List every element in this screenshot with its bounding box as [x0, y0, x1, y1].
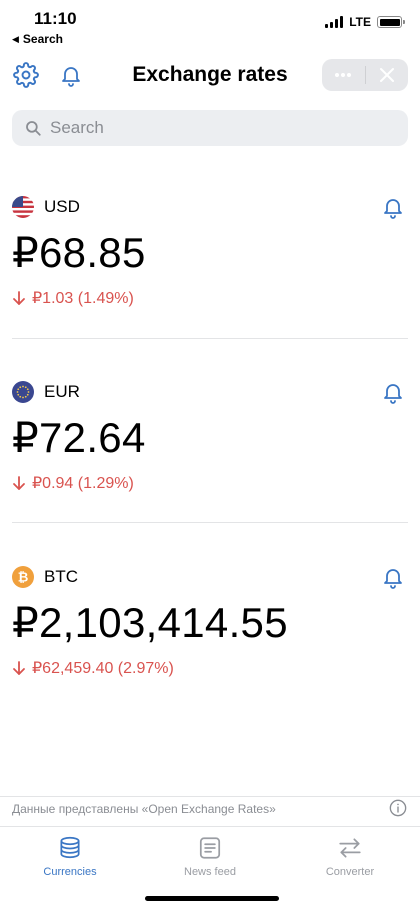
mini-app-capsule: [322, 59, 408, 91]
divider: [12, 522, 408, 523]
rate-value: ₽72.64: [12, 414, 146, 461]
signal-icon: [325, 16, 344, 28]
arrow-down-icon: [13, 476, 25, 490]
currency-code: BTC: [44, 567, 78, 586]
rate-change: ₽0.94 (1.29%): [12, 473, 134, 493]
more-button[interactable]: [322, 59, 365, 91]
divider: [12, 338, 408, 339]
status-time: 11:10: [34, 9, 77, 28]
status-bar: 11:10 ◀ Search LTE: [0, 0, 420, 50]
battery-icon: [377, 16, 405, 28]
coins-stack-icon: [60, 836, 80, 859]
rate-header: EUR: [12, 381, 80, 403]
rate-alert-button[interactable]: [380, 379, 406, 405]
status-indicators: LTE: [325, 15, 405, 29]
us-flag-icon: [12, 196, 34, 218]
rate-change: ₽62,459.40 (2.97%): [12, 658, 174, 678]
rate-change-text: ₽0.94 (1.29%): [32, 475, 134, 492]
bell-icon: [62, 67, 80, 87]
svg-text:₿: ₿: [18, 571, 29, 586]
bell-icon: [384, 569, 402, 589]
back-to-search-link[interactable]: ◀ Search: [12, 32, 63, 46]
bitcoin-icon: ₿: [12, 566, 34, 588]
newspaper-icon: [199, 837, 221, 859]
gear-icon: [13, 62, 39, 88]
tab-label: News feed: [184, 866, 236, 878]
rate-value: ₽68.85: [12, 229, 146, 276]
rate-header: ₿ BTC: [12, 566, 78, 588]
rate-alert-button[interactable]: [380, 194, 406, 220]
home-indicator[interactable]: [145, 896, 279, 901]
rate-change: ₽1.03 (1.49%): [12, 288, 134, 308]
tab-label: Converter: [325, 866, 375, 878]
rate-value: ₽2,103,414.55: [12, 599, 288, 646]
search-icon: [26, 121, 41, 136]
back-label: Search: [22, 32, 63, 46]
tab-converter[interactable]: Converter: [280, 827, 420, 890]
arrow-down-icon: [13, 291, 25, 305]
rate-change-text: ₽62,459.40 (2.97%): [32, 660, 174, 677]
close-button[interactable]: [366, 59, 409, 91]
rate-header: USD: [12, 196, 80, 218]
close-icon: [379, 68, 394, 82]
rate-card-eur[interactable]: EUR ₽72.64 ₽0.94 (1.29%): [12, 363, 408, 513]
rate-change-text: ₽1.03 (1.49%): [32, 290, 134, 307]
info-icon[interactable]: [389, 799, 407, 817]
tab-bar: Currencies News feed Converter: [0, 826, 420, 890]
network-type: LTE: [349, 15, 371, 29]
settings-button[interactable]: [11, 60, 41, 90]
rate-alert-button[interactable]: [380, 564, 406, 590]
tab-currencies[interactable]: Currencies: [0, 827, 140, 890]
data-source-note: Данные представлены «Open Exchange Rates…: [0, 796, 420, 822]
bell-icon: [384, 199, 402, 219]
ellipsis-icon: [335, 73, 352, 77]
search-input[interactable]: [50, 118, 390, 138]
swap-arrows-icon: [339, 838, 361, 858]
bell-icon: [384, 384, 402, 404]
currency-code: EUR: [44, 382, 80, 401]
tab-news-feed[interactable]: News feed: [140, 827, 280, 890]
search-bar[interactable]: [12, 110, 408, 146]
currency-code: USD: [44, 197, 80, 216]
notifications-button[interactable]: [56, 60, 86, 90]
rate-card-usd[interactable]: USD ₽68.85 ₽1.03 (1.49%): [12, 178, 408, 328]
data-source-text: Данные представлены «Open Exchange Rates…: [12, 802, 276, 816]
rate-card-btc[interactable]: ₿ BTC ₽2,103,414.55 ₽62,459.40 (2.97%): [12, 548, 408, 698]
nav-bar: Exchange rates: [0, 52, 420, 98]
tab-label: Currencies: [43, 866, 97, 878]
arrow-down-icon: [13, 661, 25, 675]
back-triangle-icon: ◀: [12, 33, 19, 44]
eu-flag-icon: [12, 381, 34, 403]
